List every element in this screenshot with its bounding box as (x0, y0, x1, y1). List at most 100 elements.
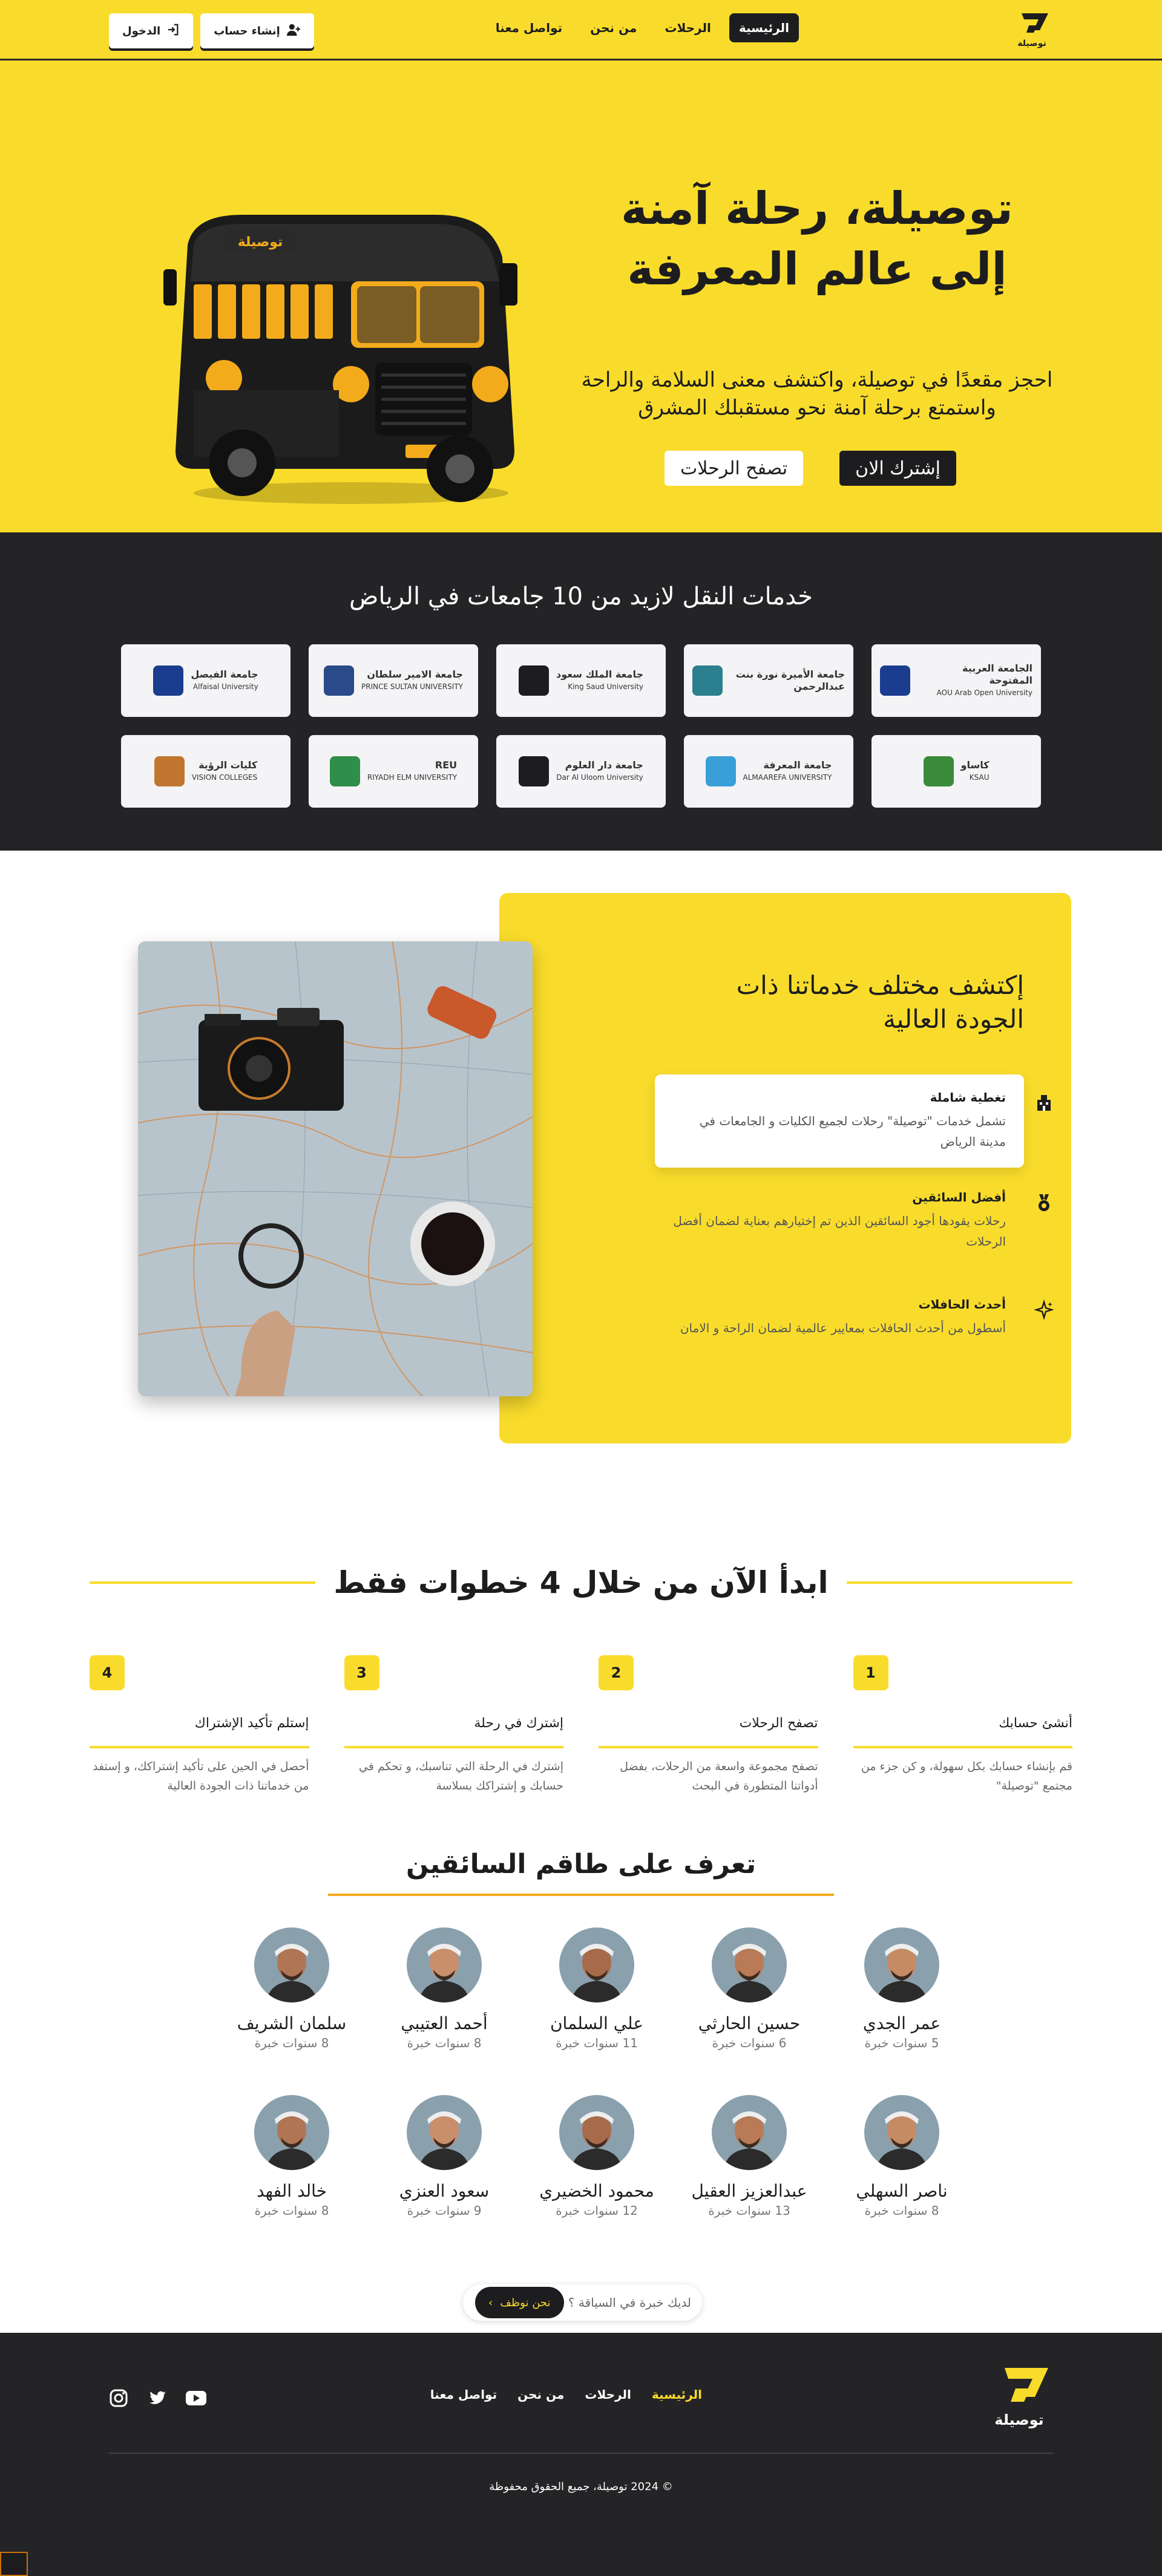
university-name-ar: جامعة المعرفة (763, 759, 832, 771)
hiring-button-label: نحن نوظف (500, 2296, 551, 2309)
university-logo-mark (519, 665, 550, 696)
signup-button[interactable]: إنشاء حساب (200, 13, 314, 48)
driver-experience: 9 سنوات خبرة (407, 2203, 482, 2218)
drivers-section: تعرف على طاقم السائقين عمر الجدي 5 سنوات … (0, 1849, 1162, 2333)
driver-card[interactable]: حسين الحارثي 6 سنوات خبرة (689, 1927, 810, 2070)
driver-card[interactable]: عمر الجدي 5 سنوات خبرة (841, 1927, 962, 2070)
step-number: 4 (90, 1655, 125, 1690)
footer-divider (109, 2453, 1053, 2454)
hiring-question: لديك خبرة في السياقة ؟ (568, 2295, 691, 2310)
driver-card[interactable]: عبدالعزيز العقيل 13 سنوات خبرة (689, 2095, 810, 2237)
university-name-ar: الجامعة العربية المفتوحة (962, 662, 1032, 686)
step-text: تصفح مجموعة واسعة من الرحلات، بفضل أدوات… (620, 1760, 818, 1793)
service-desc: تشمل خدمات "توصيلة" رحلات لجميع الكليات … (699, 1114, 1006, 1149)
hero-title: توصيلة، رحلة آمنة إلى عالم المعرفة (621, 183, 1013, 295)
step-number: 1 (853, 1655, 888, 1690)
instagram-icon[interactable] (107, 2386, 131, 2410)
university-logo-mark (880, 665, 910, 696)
steps-list: 1 أنشئ حسابك قم بإنشاء حسابك بكل سهولة، … (90, 1655, 1072, 1806)
university-card: جامعة المعرفة ALMAAREFA UNIVERSITY (684, 735, 853, 808)
divider (846, 1581, 1072, 1584)
universities-title: خدمات النقل لازيد من 10 جامعات في الرياض (349, 583, 813, 610)
driver-experience: 8 سنوات خبرة (254, 2203, 329, 2218)
building-icon (1034, 1093, 1054, 1113)
add-user-icon (286, 23, 301, 39)
driver-experience: 12 سنوات خبرة (556, 2203, 638, 2218)
driver-name: محمود الخضيري (539, 2181, 654, 2201)
driver-name: عبدالعزيز العقيل (691, 2181, 807, 2201)
signup-label: إنشاء حساب (214, 24, 280, 38)
driver-name: ناصر السهلي (856, 2181, 948, 2201)
step-text: قم بإنشاء حسابك بكل سهولة، و كن جزء من م… (861, 1760, 1072, 1793)
brand-logo[interactable]: توصيلة (1011, 10, 1053, 50)
driver-name: خالد الفهد (256, 2181, 327, 2201)
driver-experience: 13 سنوات خبرة (708, 2203, 790, 2218)
university-name-ar: جامعة الأميرة نورة بنت عبدالرحمن (735, 669, 845, 692)
university-name: كاساو KSAU (961, 759, 990, 783)
avatar (254, 2095, 329, 2170)
university-name: جامعة الامير سلطان PRINCE SULTAN UNIVERSI… (361, 669, 463, 693)
login-label: الدخول (122, 24, 161, 38)
nav-link-about[interactable]: من نحن (580, 13, 646, 42)
step-2: 2 تصفح الرحلات تصفح مجموعة واسعة من الرح… (599, 1655, 818, 1806)
driver-card[interactable]: ناصر السهلي 8 سنوات خبرة (841, 2095, 962, 2237)
driver-card[interactable]: سعود العنزي 9 سنوات خبرة (384, 2095, 505, 2237)
driver-name: سعود العنزي (399, 2181, 490, 2201)
hiring-button[interactable]: ‹ نحن نوظف (475, 2287, 564, 2318)
footer-link-trips[interactable]: الرحلات (585, 2387, 631, 2402)
university-card: جامعة الملك سعود King Saud University (496, 644, 666, 717)
step-name: أنشئ حسابك (999, 1716, 1072, 1731)
step-bar (599, 1746, 818, 1748)
login-button[interactable]: الدخول (109, 13, 194, 48)
service-item-drivers[interactable]: أفضل السائقين رحلات يقودها أجود السائقين… (655, 1174, 1049, 1267)
steps-titlebar: ابدأ الآن من خلال 4 خطوات فقط (90, 1558, 1072, 1607)
twitter-icon[interactable] (145, 2386, 169, 2410)
driver-name: عمر الجدي (862, 2013, 941, 2033)
nav-link-trips[interactable]: الرحلات (655, 13, 721, 42)
driver-experience: 11 سنوات خبرة (556, 2036, 638, 2050)
university-logo-mark (324, 665, 355, 696)
university-name-ar: جامعة الملك سعود (556, 669, 643, 680)
footer-link-about[interactable]: من نحن (517, 2387, 564, 2402)
title-underline (328, 1894, 834, 1896)
footer-logo[interactable]: توصيلة (984, 2362, 1054, 2432)
driver-card[interactable]: علي السلمان 11 سنوات خبرة (536, 1927, 657, 2070)
subscribe-button[interactable]: إشترك الان (839, 451, 956, 486)
youtube-icon[interactable] (184, 2386, 208, 2410)
university-logo-mark (519, 756, 550, 786)
university-card: جامعة الامير سلطان PRINCE SULTAN UNIVERSI… (309, 644, 478, 717)
driver-experience: 6 سنوات خبرة (712, 2036, 787, 2050)
driver-card[interactable]: خالد الفهد 8 سنوات خبرة (231, 2095, 352, 2237)
avatar (864, 1927, 939, 2002)
university-name-ar: REU (435, 759, 458, 771)
university-logo-mark (705, 756, 736, 786)
nav-link-home[interactable]: الرئيسية (729, 13, 799, 42)
footer-link-home[interactable]: الرئيسية (652, 2387, 702, 2402)
browse-trips-button[interactable]: تصفح الرحلات (665, 451, 804, 486)
driver-card[interactable]: محمود الخضيري 12 سنوات خبرة (536, 2095, 657, 2237)
university-logo-mark (923, 756, 954, 786)
services-title: إكتشف مختلف خدماتنا ذات الجودة العالية (736, 970, 1024, 1034)
universities-section: خدمات النقل لازيد من 10 جامعات في الرياض… (0, 532, 1162, 851)
university-name-ar: جامعة دار العلوم (565, 759, 643, 771)
service-item-coverage[interactable]: تغطية شاملة تشمل خدمات "توصيلة" رحلات لج… (655, 1074, 1051, 1168)
university-card: جامعة دار العلوم Dar Al Uloom University (496, 735, 666, 808)
footer-menu: الرئيسية الرحلات من نحن تواصل معنا (430, 2387, 702, 2402)
driver-card[interactable]: سلمان الشريف 8 سنوات خبرة (231, 1927, 352, 2070)
steps-section: ابدأ الآن من خلال 4 خطوات فقط 1 أنشئ حسا… (0, 1492, 1162, 1849)
university-card: الجامعة العربية المفتوحة AOU Arab Open Un… (872, 644, 1041, 717)
footer-link-contact[interactable]: تواصل معنا (430, 2387, 497, 2402)
driver-name: سلمان الشريف (237, 2013, 347, 2033)
auth-buttons: الدخول إنشاء حساب (109, 13, 314, 48)
university-logo-mark (329, 756, 360, 786)
driver-card[interactable]: أحمد العتيبي 8 سنوات خبرة (384, 1927, 505, 2070)
service-head: أحدث الحافلات (918, 1297, 1006, 1312)
university-name: جامعة دار العلوم Dar Al Uloom University (556, 759, 643, 783)
service-item-buses[interactable]: أحدث الحافلات أسطول من أحدث الحافلات بمع… (655, 1281, 1055, 1354)
nav-link-contact[interactable]: تواصل معنا (486, 13, 572, 42)
university-card: كليات الرؤية VISION COLLEGES (121, 735, 290, 808)
driver-experience: 5 سنوات خبرة (864, 2036, 939, 2050)
hero-subtitle: احجز مقعدًا في توصيلة، واكتشف معنى السلا… (581, 368, 1053, 420)
university-name: كليات الرؤية VISION COLLEGES (192, 759, 257, 783)
university-name-en: RIYADH ELM UNIVERSITY (367, 773, 458, 782)
